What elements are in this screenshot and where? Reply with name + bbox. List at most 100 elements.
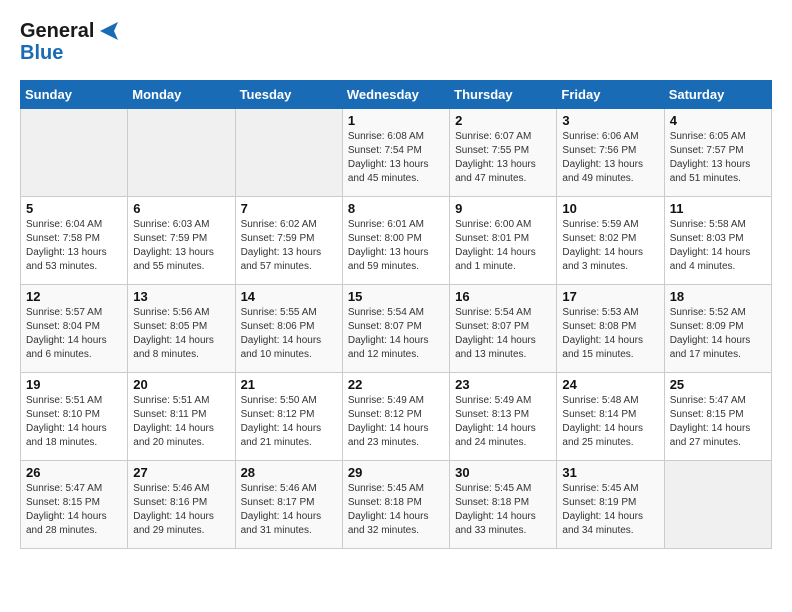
day-info: Sunrise: 5:54 AMSunset: 8:07 PMDaylight:…	[455, 306, 551, 362]
calendar-cell-w2d6: 18 Sunrise: 5:52 AMSunset: 8:09 PMDayligh…	[664, 285, 771, 373]
calendar-cell-w2d0: 12 Sunrise: 5:57 AMSunset: 8:04 PMDayligh…	[21, 285, 128, 373]
header-saturday: Saturday	[664, 81, 771, 109]
calendar-week-0: 1 Sunrise: 6:08 AMSunset: 7:54 PMDaylight…	[21, 109, 772, 197]
calendar-cell-w1d2: 7Sunrise: 6:02 AMSunset: 7:59 PMDaylight…	[235, 197, 342, 285]
day-number: 5	[26, 201, 122, 216]
day-number: 8	[348, 201, 444, 216]
day-info: Sunrise: 6:00 AMSunset: 8:01 PMDaylight:…	[455, 218, 551, 274]
calendar-table: SundayMondayTuesdayWednesdayThursdayFrid…	[20, 80, 772, 549]
day-number: 10	[562, 201, 658, 216]
day-info: Sunrise: 5:46 AMSunset: 8:17 PMDaylight:…	[241, 482, 337, 538]
day-info: Sunrise: 5:45 AMSunset: 8:18 PMDaylight:…	[348, 482, 444, 538]
day-info: Sunrise: 5:57 AMSunset: 8:04 PMDaylight:…	[26, 306, 122, 362]
calendar-cell-w4d5: 31 Sunrise: 5:45 AMSunset: 8:19 PMDayligh…	[557, 461, 664, 549]
day-number: 19	[26, 377, 122, 392]
calendar-cell-w1d1: 6Sunrise: 6:03 AMSunset: 7:59 PMDaylight…	[128, 197, 235, 285]
calendar-cell-w1d5: 10 Sunrise: 5:59 AMSunset: 8:02 PMDayligh…	[557, 197, 664, 285]
page-header: General Blue	[20, 20, 772, 64]
header-monday: Monday	[128, 81, 235, 109]
day-info: Sunrise: 6:05 AMSunset: 7:57 PMDaylight:…	[670, 130, 766, 186]
logo-container: General Blue	[20, 20, 118, 64]
day-info: Sunrise: 6:04 AMSunset: 7:58 PMDaylight:…	[26, 218, 122, 274]
day-info: Sunrise: 5:59 AMSunset: 8:02 PMDaylight:…	[562, 218, 658, 274]
header-wednesday: Wednesday	[342, 81, 449, 109]
day-info: Sunrise: 5:51 AMSunset: 8:10 PMDaylight:…	[26, 394, 122, 450]
calendar-cell-w4d4: 30 Sunrise: 5:45 AMSunset: 8:18 PMDayligh…	[450, 461, 557, 549]
calendar-cell-w1d4: 9 Sunrise: 6:00 AMSunset: 8:01 PMDaylight…	[450, 197, 557, 285]
calendar-cell-w0d4: 2Sunrise: 6:07 AMSunset: 7:55 PMDaylight…	[450, 109, 557, 197]
day-number: 25	[670, 377, 766, 392]
logo: General Blue	[20, 20, 118, 64]
day-number: 4	[670, 113, 766, 128]
day-number: 12	[26, 289, 122, 304]
calendar-cell-w2d3: 15Sunrise: 5:54 AMSunset: 8:07 PMDayligh…	[342, 285, 449, 373]
day-number: 15	[348, 289, 444, 304]
day-number: 9	[455, 201, 551, 216]
day-info: Sunrise: 5:53 AMSunset: 8:08 PMDaylight:…	[562, 306, 658, 362]
calendar-cell-w0d5: 3 Sunrise: 6:06 AMSunset: 7:56 PMDaylight…	[557, 109, 664, 197]
day-number: 24	[562, 377, 658, 392]
header-friday: Friday	[557, 81, 664, 109]
day-info: Sunrise: 5:46 AMSunset: 8:16 PMDaylight:…	[133, 482, 229, 538]
day-number: 29	[348, 465, 444, 480]
day-number: 17	[562, 289, 658, 304]
day-number: 14	[241, 289, 337, 304]
day-number: 3	[562, 113, 658, 128]
calendar-cell-w1d3: 8Sunrise: 6:01 AMSunset: 8:00 PMDaylight…	[342, 197, 449, 285]
calendar-header-row: SundayMondayTuesdayWednesdayThursdayFrid…	[21, 81, 772, 109]
calendar-cell-w0d0	[21, 109, 128, 197]
calendar-week-2: 12 Sunrise: 5:57 AMSunset: 8:04 PMDayligh…	[21, 285, 772, 373]
day-info: Sunrise: 5:48 AMSunset: 8:14 PMDaylight:…	[562, 394, 658, 450]
calendar-cell-w4d3: 29 Sunrise: 5:45 AMSunset: 8:18 PMDayligh…	[342, 461, 449, 549]
calendar-cell-w3d6: 25 Sunrise: 5:47 AMSunset: 8:15 PMDayligh…	[664, 373, 771, 461]
calendar-cell-w4d0: 26 Sunrise: 5:47 AMSunset: 8:15 PMDayligh…	[21, 461, 128, 549]
header-sunday: Sunday	[21, 81, 128, 109]
day-number: 28	[241, 465, 337, 480]
calendar-week-1: 5 Sunrise: 6:04 AMSunset: 7:58 PMDaylight…	[21, 197, 772, 285]
calendar-week-4: 26 Sunrise: 5:47 AMSunset: 8:15 PMDayligh…	[21, 461, 772, 549]
day-info: Sunrise: 6:08 AMSunset: 7:54 PMDaylight:…	[348, 130, 444, 186]
calendar-cell-w3d2: 21 Sunrise: 5:50 AMSunset: 8:12 PMDayligh…	[235, 373, 342, 461]
calendar-cell-w3d3: 22 Sunrise: 5:49 AMSunset: 8:12 PMDayligh…	[342, 373, 449, 461]
day-number: 20	[133, 377, 229, 392]
day-number: 21	[241, 377, 337, 392]
day-info: Sunrise: 5:45 AMSunset: 8:18 PMDaylight:…	[455, 482, 551, 538]
calendar-cell-w2d5: 17 Sunrise: 5:53 AMSunset: 8:08 PMDayligh…	[557, 285, 664, 373]
day-number: 13	[133, 289, 229, 304]
calendar-cell-w0d2	[235, 109, 342, 197]
day-info: Sunrise: 6:06 AMSunset: 7:56 PMDaylight:…	[562, 130, 658, 186]
day-number: 27	[133, 465, 229, 480]
day-info: Sunrise: 5:55 AMSunset: 8:06 PMDaylight:…	[241, 306, 337, 362]
calendar-cell-w3d1: 20 Sunrise: 5:51 AMSunset: 8:11 PMDayligh…	[128, 373, 235, 461]
day-info: Sunrise: 5:50 AMSunset: 8:12 PMDaylight:…	[241, 394, 337, 450]
day-info: Sunrise: 5:47 AMSunset: 8:15 PMDaylight:…	[670, 394, 766, 450]
calendar-cell-w2d2: 14 Sunrise: 5:55 AMSunset: 8:06 PMDayligh…	[235, 285, 342, 373]
day-number: 26	[26, 465, 122, 480]
day-info: Sunrise: 5:52 AMSunset: 8:09 PMDaylight:…	[670, 306, 766, 362]
calendar-cell-w0d3: 1 Sunrise: 6:08 AMSunset: 7:54 PMDaylight…	[342, 109, 449, 197]
day-info: Sunrise: 5:49 AMSunset: 8:12 PMDaylight:…	[348, 394, 444, 450]
day-number: 30	[455, 465, 551, 480]
calendar-cell-w0d1	[128, 109, 235, 197]
day-number: 11	[670, 201, 766, 216]
logo-arrow-icon	[96, 22, 118, 40]
calendar-cell-w4d6	[664, 461, 771, 549]
day-number: 31	[562, 465, 658, 480]
day-info: Sunrise: 6:02 AMSunset: 7:59 PMDaylight:…	[241, 218, 337, 274]
day-info: Sunrise: 5:47 AMSunset: 8:15 PMDaylight:…	[26, 482, 122, 538]
calendar-cell-w3d5: 24 Sunrise: 5:48 AMSunset: 8:14 PMDayligh…	[557, 373, 664, 461]
calendar-cell-w0d6: 4 Sunrise: 6:05 AMSunset: 7:57 PMDaylight…	[664, 109, 771, 197]
day-info: Sunrise: 5:51 AMSunset: 8:11 PMDaylight:…	[133, 394, 229, 450]
logo-general-text: General	[20, 20, 94, 42]
day-info: Sunrise: 5:49 AMSunset: 8:13 PMDaylight:…	[455, 394, 551, 450]
day-info: Sunrise: 5:45 AMSunset: 8:19 PMDaylight:…	[562, 482, 658, 538]
day-number: 18	[670, 289, 766, 304]
calendar-cell-w3d4: 23Sunrise: 5:49 AMSunset: 8:13 PMDayligh…	[450, 373, 557, 461]
day-number: 2	[455, 113, 551, 128]
day-number: 22	[348, 377, 444, 392]
calendar-cell-w4d1: 27 Sunrise: 5:46 AMSunset: 8:16 PMDayligh…	[128, 461, 235, 549]
day-info: Sunrise: 5:56 AMSunset: 8:05 PMDaylight:…	[133, 306, 229, 362]
day-number: 1	[348, 113, 444, 128]
calendar-cell-w2d4: 16Sunrise: 5:54 AMSunset: 8:07 PMDayligh…	[450, 285, 557, 373]
calendar-cell-w3d0: 19 Sunrise: 5:51 AMSunset: 8:10 PMDayligh…	[21, 373, 128, 461]
